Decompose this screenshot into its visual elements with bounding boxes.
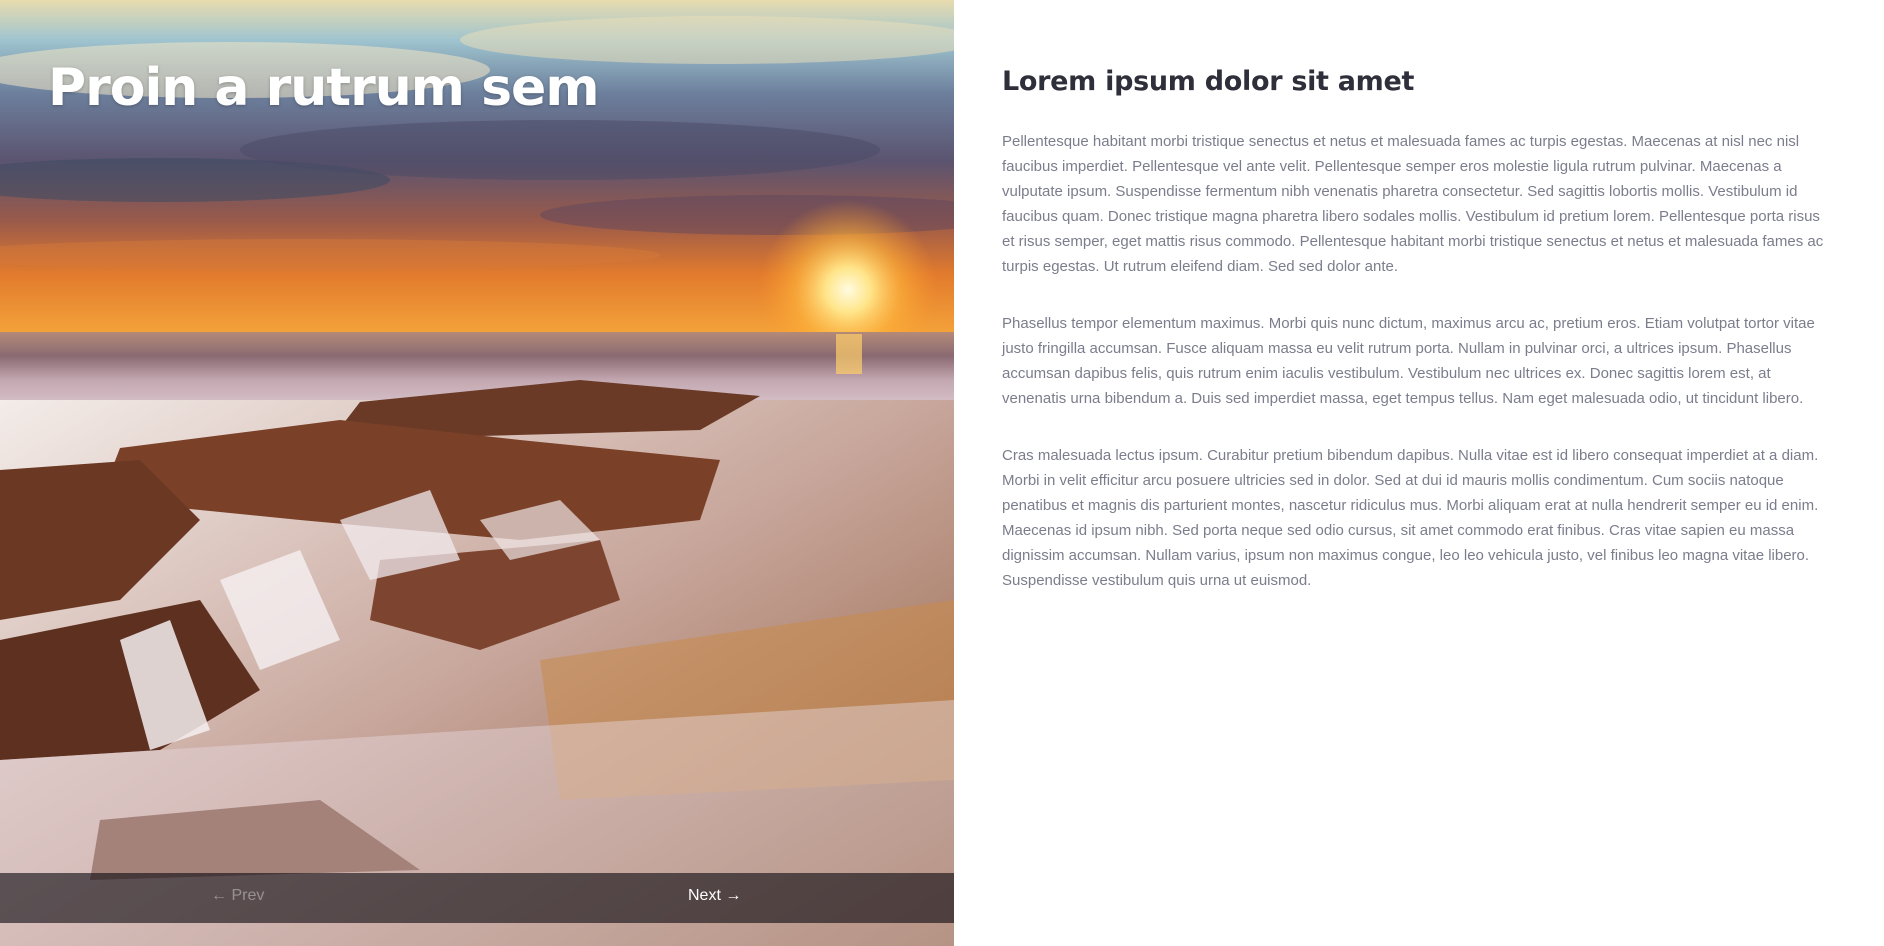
slide-image [0, 0, 954, 946]
prev-button[interactable]: ← Prev [211, 887, 264, 905]
slide-title: Proin a rutrum sem [48, 58, 599, 118]
article-paragraph-1: Pellentesque habitant morbi tristique se… [1002, 133, 1824, 275]
slider-nav-bar: ← Prev Next → [0, 873, 954, 923]
article-title: Lorem ipsum dolor sit amet [1002, 66, 1415, 97]
next-button[interactable]: Next → [688, 887, 741, 905]
article-paragraph-2: Phasellus tempor elementum maximus. Morb… [1002, 315, 1815, 407]
article-content: Lorem ipsum dolor sit amet Pellentesque … [1002, 66, 1834, 625]
article-paragraph-3: Cras malesuada lectus ipsum. Curabitur p… [1002, 447, 1819, 589]
image-slider: Proin a rutrum sem ← Prev Next → [0, 0, 954, 946]
